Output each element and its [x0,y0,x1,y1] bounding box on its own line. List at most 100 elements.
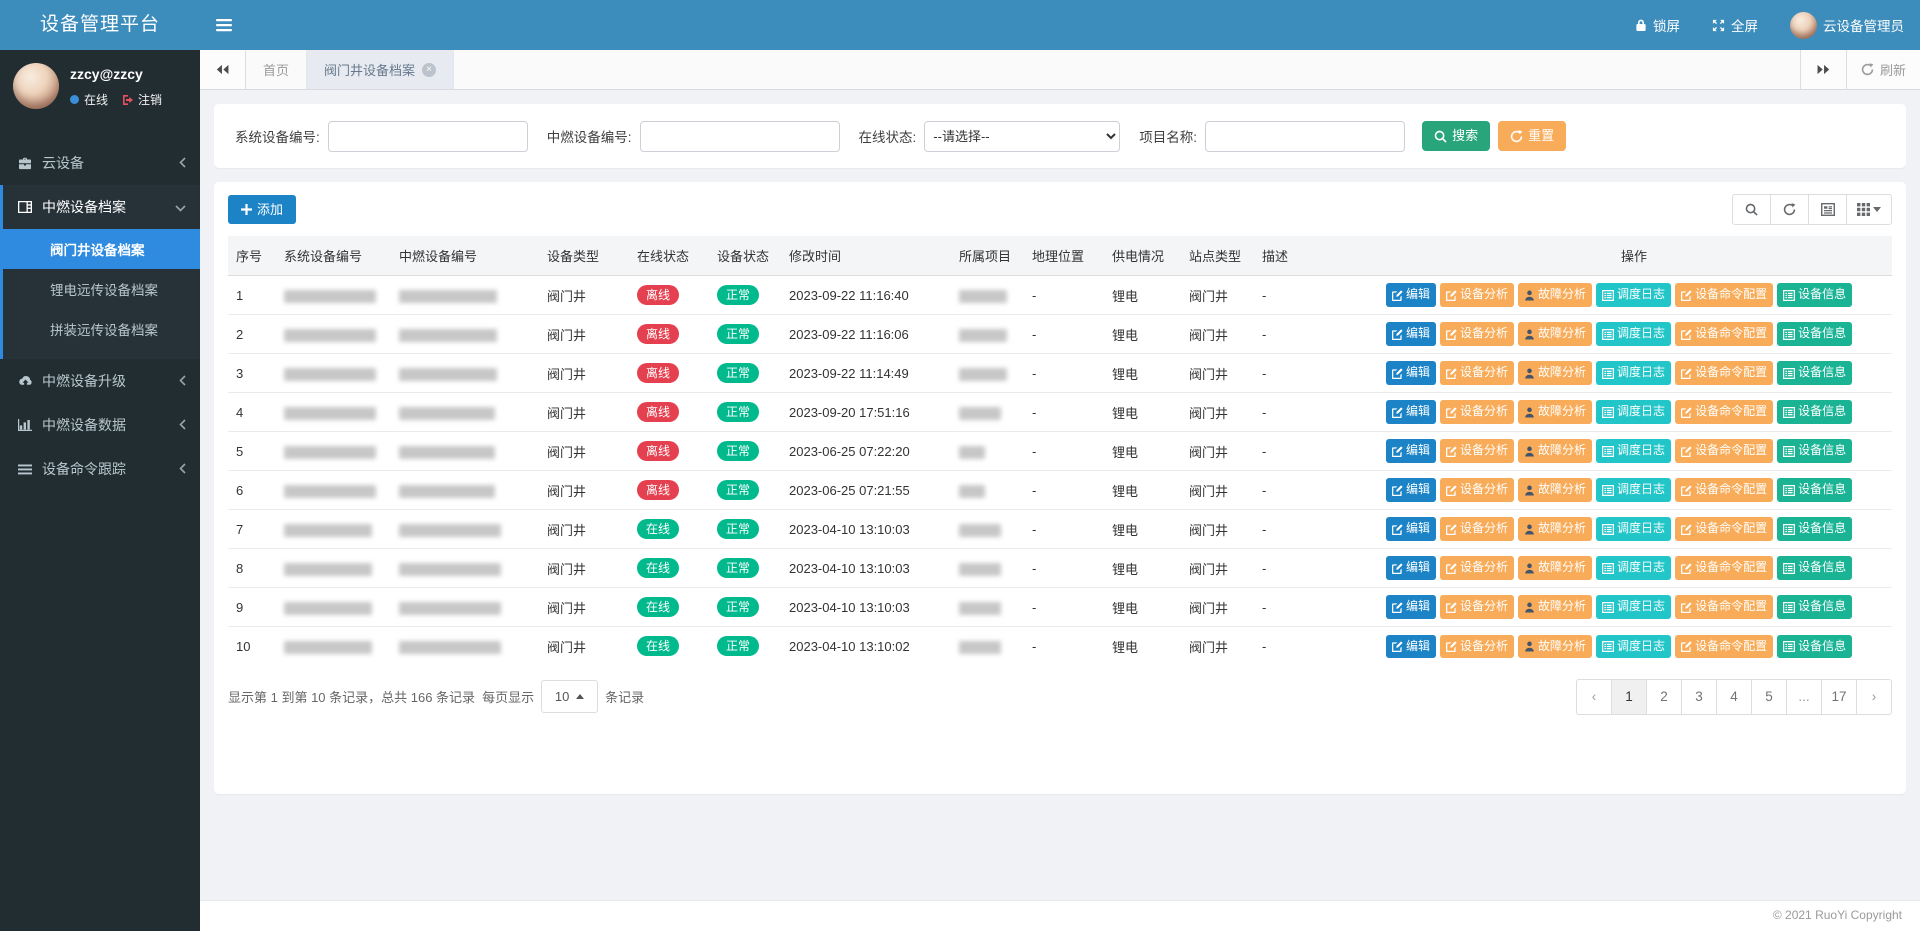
action-button-设备信息[interactable]: 设备信息 [1777,595,1852,618]
close-icon[interactable]: × [422,63,436,77]
page-button-1[interactable]: 1 [1611,679,1647,715]
action-button-设备分析[interactable]: 设备分析 [1440,283,1514,306]
action-button-编辑[interactable]: 编辑 [1386,517,1436,540]
action-button-编辑[interactable]: 编辑 [1386,283,1436,306]
action-button-故障分析[interactable]: 故障分析 [1518,556,1592,579]
tabs-scroll-right-button[interactable] [1800,50,1846,89]
sidebar-item[interactable]: 设备命令跟踪 [0,447,200,491]
action-button-设备命令配置[interactable]: 设备命令配置 [1675,595,1773,618]
action-button-编辑[interactable]: 编辑 [1386,595,1436,618]
action-button-设备信息[interactable]: 设备信息 [1777,322,1852,345]
page-button-›[interactable]: › [1856,679,1892,715]
action-button-编辑[interactable]: 编辑 [1386,478,1436,501]
card-view-button[interactable] [1808,194,1847,225]
page-button-2[interactable]: 2 [1646,679,1682,715]
tab-首页[interactable]: 首页 [246,50,307,89]
search-button[interactable]: 搜索 [1422,121,1490,151]
refresh-tab-button[interactable]: 刷新 [1846,50,1920,89]
columns-button[interactable] [1846,194,1892,225]
action-button-故障分析[interactable]: 故障分析 [1518,439,1592,462]
action-button-设备命令配置[interactable]: 设备命令配置 [1675,635,1773,658]
action-button-调度日志[interactable]: 调度日志 [1596,635,1671,658]
page-size-dropdown[interactable]: 10 [541,680,598,713]
action-button-设备信息[interactable]: 设备信息 [1777,635,1852,658]
page-button-4[interactable]: 4 [1716,679,1752,715]
sidebar-item[interactable]: 中燃设备数据 [0,403,200,447]
online-status-select[interactable]: --请选择-- [924,121,1120,152]
action-button-设备信息[interactable]: 设备信息 [1777,361,1852,384]
page-button-17[interactable]: 17 [1821,679,1857,715]
action-button-设备信息[interactable]: 设备信息 [1777,400,1852,423]
action-button-设备命令配置[interactable]: 设备命令配置 [1675,556,1773,579]
action-button-设备分析[interactable]: 设备分析 [1440,322,1514,345]
action-button-编辑[interactable]: 编辑 [1386,361,1436,384]
action-button-故障分析[interactable]: 故障分析 [1518,283,1592,306]
action-button-设备信息[interactable]: 设备信息 [1777,517,1852,540]
gas-device-no-input[interactable] [640,121,840,152]
action-button-设备信息[interactable]: 设备信息 [1777,283,1852,306]
action-button-编辑[interactable]: 编辑 [1386,635,1436,658]
action-button-故障分析[interactable]: 故障分析 [1518,400,1592,423]
tab-阀门井设备档案[interactable]: 阀门井设备档案× [307,50,454,89]
action-button-设备分析[interactable]: 设备分析 [1440,556,1514,579]
action-button-故障分析[interactable]: 故障分析 [1518,322,1592,345]
sidebar-subitem[interactable]: 阀门井设备档案 [3,229,200,269]
search-button[interactable] [1732,194,1771,225]
sidebar-item[interactable]: 中燃设备档案 [3,185,200,229]
action-button-故障分析[interactable]: 故障分析 [1518,595,1592,618]
action-button-编辑[interactable]: 编辑 [1386,400,1436,423]
page-button-3[interactable]: 3 [1681,679,1717,715]
action-button-编辑[interactable]: 编辑 [1386,322,1436,345]
action-button-设备命令配置[interactable]: 设备命令配置 [1675,400,1773,423]
sidebar-item[interactable]: 云设备 [0,141,200,185]
sidebar-subitem[interactable]: 拼装远传设备档案 [3,309,200,349]
action-button-设备信息[interactable]: 设备信息 [1777,478,1852,501]
action-button-调度日志[interactable]: 调度日志 [1596,283,1671,306]
action-button-编辑[interactable]: 编辑 [1386,556,1436,579]
sidebar-subitem[interactable]: 锂电远传设备档案 [3,269,200,309]
action-button-调度日志[interactable]: 调度日志 [1596,556,1671,579]
page-button-‹[interactable]: ‹ [1576,679,1612,715]
action-button-设备命令配置[interactable]: 设备命令配置 [1675,478,1773,501]
action-button-调度日志[interactable]: 调度日志 [1596,361,1671,384]
lock-screen-button[interactable]: 锁屏 [1619,0,1696,50]
page-button-5[interactable]: 5 [1751,679,1787,715]
refresh-button[interactable] [1770,194,1809,225]
tabs-scroll-left-button[interactable] [200,50,246,89]
action-button-设备分析[interactable]: 设备分析 [1440,478,1514,501]
action-button-调度日志[interactable]: 调度日志 [1596,517,1671,540]
action-button-设备分析[interactable]: 设备分析 [1440,400,1514,423]
action-button-设备命令配置[interactable]: 设备命令配置 [1675,361,1773,384]
action-button-设备命令配置[interactable]: 设备命令配置 [1675,283,1773,306]
action-button-调度日志[interactable]: 调度日志 [1596,439,1671,462]
system-device-no-input[interactable] [328,121,528,152]
logout-button[interactable]: 注销 [122,91,162,108]
action-button-调度日志[interactable]: 调度日志 [1596,322,1671,345]
user-icon [1524,641,1535,652]
action-button-设备信息[interactable]: 设备信息 [1777,556,1852,579]
sidebar-item[interactable]: 中燃设备升级 [0,359,200,403]
action-button-设备分析[interactable]: 设备分析 [1440,595,1514,618]
action-button-设备分析[interactable]: 设备分析 [1440,517,1514,540]
action-button-调度日志[interactable]: 调度日志 [1596,595,1671,618]
action-button-设备信息[interactable]: 设备信息 [1777,439,1852,462]
action-button-故障分析[interactable]: 故障分析 [1518,478,1592,501]
action-button-调度日志[interactable]: 调度日志 [1596,400,1671,423]
action-button-设备命令配置[interactable]: 设备命令配置 [1675,517,1773,540]
user-menu[interactable]: 云设备管理员 [1774,0,1920,50]
add-button[interactable]: 添加 [228,195,296,225]
action-button-设备命令配置[interactable]: 设备命令配置 [1675,439,1773,462]
action-button-调度日志[interactable]: 调度日志 [1596,478,1671,501]
action-button-设备命令配置[interactable]: 设备命令配置 [1675,322,1773,345]
sidebar-toggle-button[interactable] [200,0,248,50]
project-name-input[interactable] [1205,121,1405,152]
action-button-设备分析[interactable]: 设备分析 [1440,635,1514,658]
action-button-设备分析[interactable]: 设备分析 [1440,439,1514,462]
action-button-故障分析[interactable]: 故障分析 [1518,635,1592,658]
fullscreen-button[interactable]: 全屏 [1696,0,1774,50]
action-button-设备分析[interactable]: 设备分析 [1440,361,1514,384]
reset-button[interactable]: 重置 [1498,121,1566,151]
action-button-故障分析[interactable]: 故障分析 [1518,517,1592,540]
action-button-编辑[interactable]: 编辑 [1386,439,1436,462]
action-button-故障分析[interactable]: 故障分析 [1518,361,1592,384]
